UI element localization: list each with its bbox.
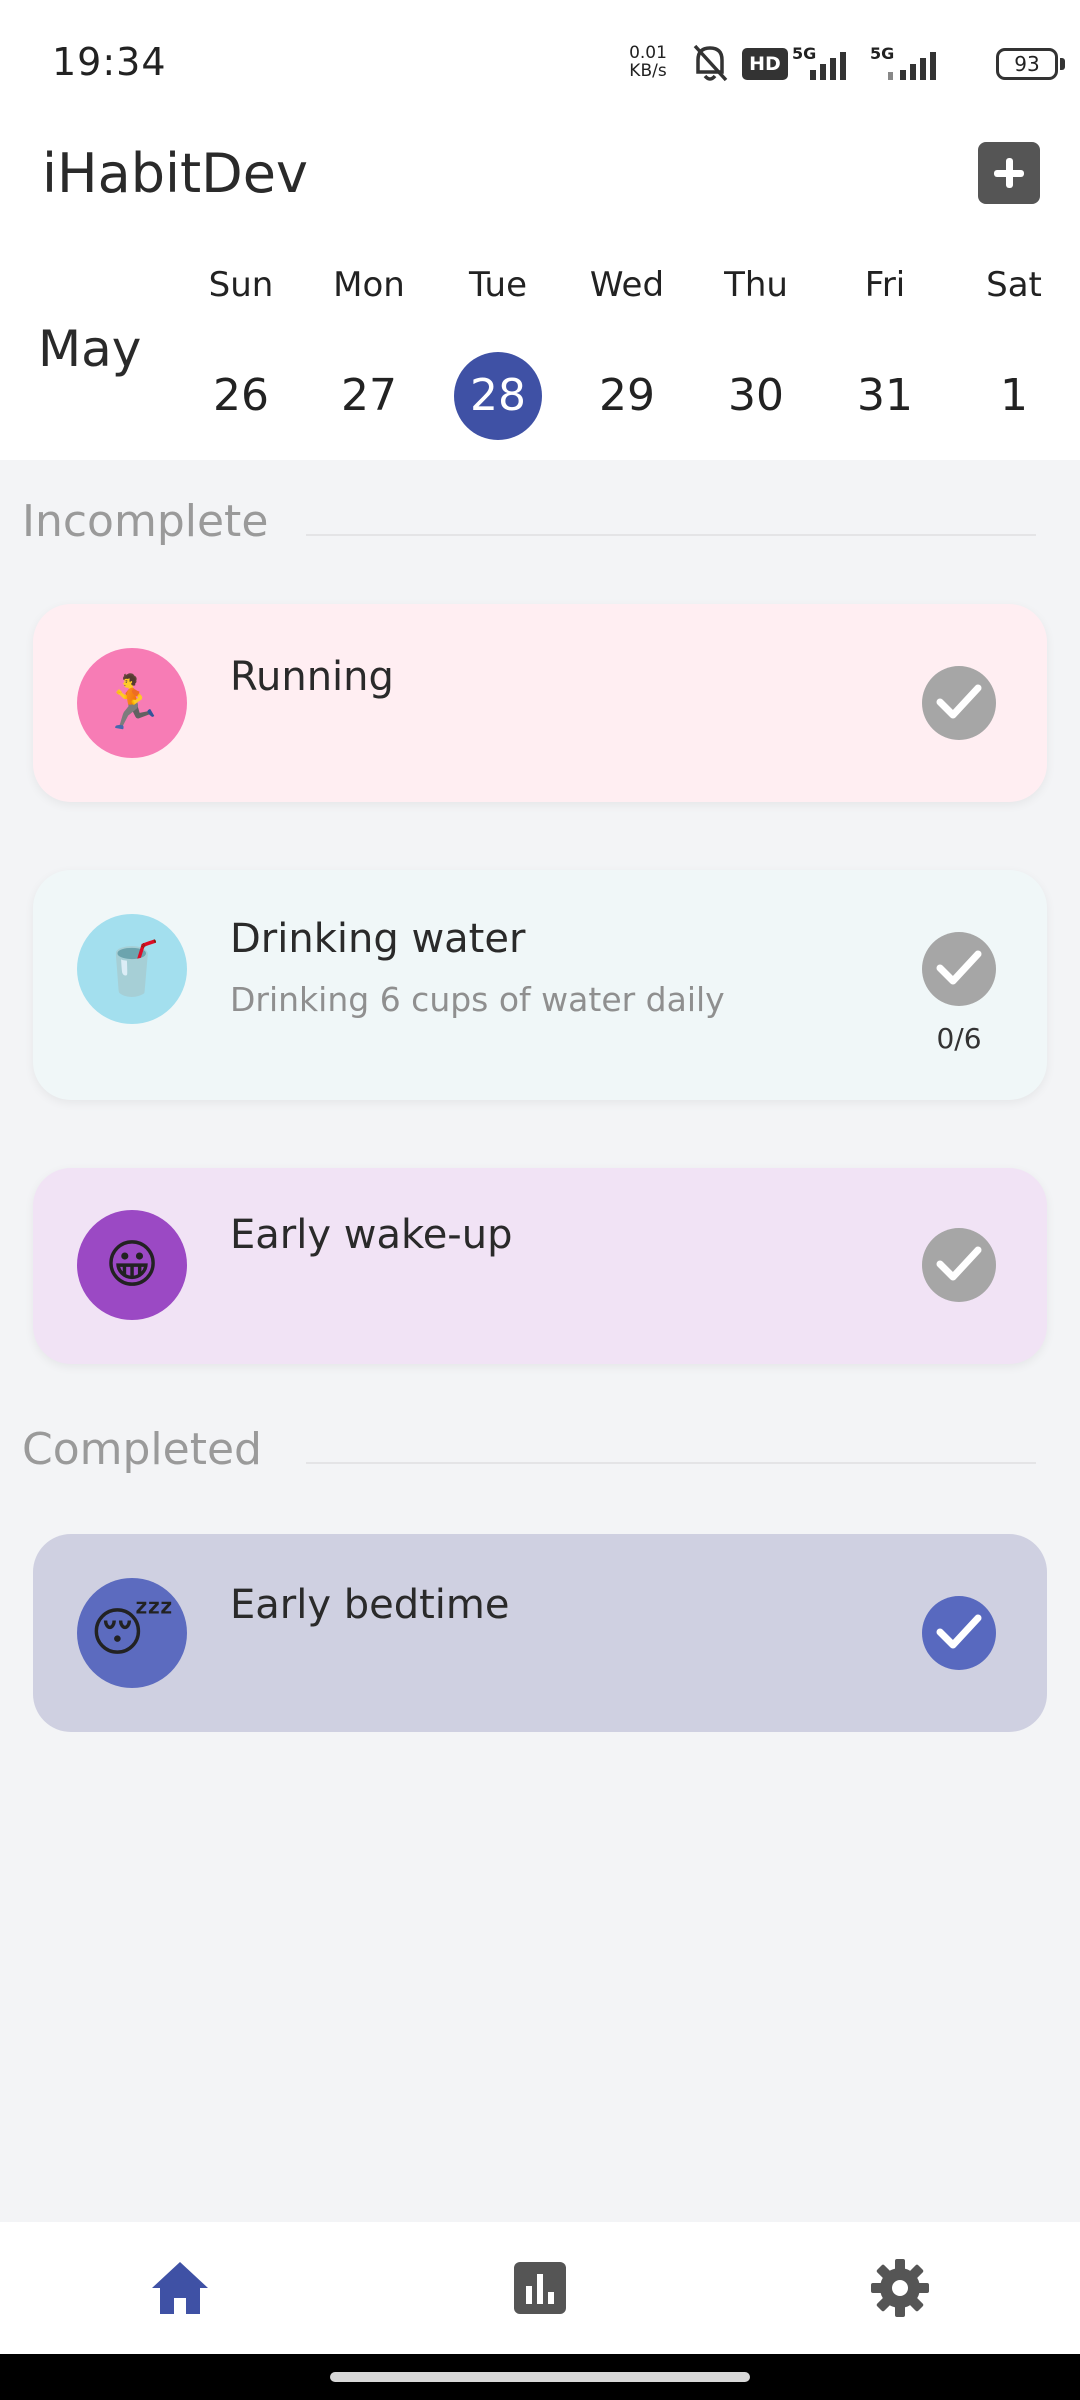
- nav-stats[interactable]: [508, 2256, 572, 2320]
- day-name: Sat: [986, 265, 1042, 305]
- day-name: Mon: [333, 265, 405, 305]
- network-speed-value: 0.01: [629, 43, 667, 63]
- gear-icon: [871, 2259, 929, 2317]
- day-column-sun[interactable]: Sun 26: [181, 260, 301, 440]
- header: iHabitDev May Sun 26 Mon 27 Tue 28 Wed 2…: [0, 120, 1080, 460]
- check-icon: [936, 950, 982, 985]
- day-column-fri[interactable]: Fri 31: [825, 260, 945, 440]
- nav-home[interactable]: [148, 2256, 212, 2320]
- day-column-sat[interactable]: Sat 1: [954, 260, 1074, 440]
- day-name: Tue: [468, 265, 528, 305]
- check-button-done[interactable]: [922, 1596, 996, 1670]
- habit-name: Running: [230, 654, 394, 700]
- check-icon: [936, 1246, 982, 1281]
- day-date: 29: [599, 370, 655, 421]
- sleeping-face-icon: 😴: [90, 1603, 174, 1663]
- bottom-navigation: [0, 2222, 1080, 2354]
- habit-avatar: 🏃: [77, 648, 187, 758]
- day-name: Sun: [208, 265, 274, 305]
- status-time: 19:34: [52, 40, 167, 84]
- day-column-wed[interactable]: Wed 29: [567, 260, 687, 440]
- habit-name: Early bedtime: [230, 1582, 510, 1628]
- network-speed-unit: KB/s: [629, 61, 667, 81]
- signal-icon: [888, 52, 936, 80]
- section-title: Incomplete: [22, 496, 269, 547]
- day-date: 27: [341, 370, 397, 421]
- habit-card-drinking-water[interactable]: 🥤 Drinking water Drinking 6 cups of wate…: [33, 870, 1047, 1100]
- status-icons: 0.01 KB/s HD 5G 5G 93: [620, 0, 1080, 120]
- app-title: iHabitDev: [42, 142, 308, 205]
- day-name: Fri: [864, 265, 906, 305]
- check-icon: [936, 684, 982, 719]
- habit-progress-count: 0/6: [936, 1022, 982, 1055]
- habit-card-early-wake-up[interactable]: 😀 Early wake-up: [33, 1168, 1047, 1364]
- battery-tip: [1060, 58, 1065, 70]
- section-header-completed: Completed: [22, 1424, 1036, 1484]
- day-date-selected: 28: [454, 352, 542, 440]
- habit-card-early-bedtime[interactable]: 😴 Early bedtime: [33, 1534, 1047, 1732]
- muted-bell-icon: [693, 44, 728, 82]
- habit-name: Early wake-up: [230, 1212, 513, 1258]
- running-emoji-icon: 🏃: [99, 673, 165, 733]
- check-icon: [936, 1614, 982, 1649]
- section-divider: [306, 1462, 1036, 1464]
- section-title: Completed: [22, 1424, 262, 1475]
- day-date: 31: [857, 370, 913, 421]
- add-habit-button[interactable]: [978, 142, 1040, 204]
- home-icon: [152, 2262, 208, 2314]
- day-date: 30: [728, 370, 784, 421]
- hd-badge: HD: [742, 48, 788, 80]
- day-date: 1: [1000, 370, 1028, 421]
- habit-avatar: 🥤: [77, 914, 187, 1024]
- stats-icon: [514, 2262, 566, 2314]
- day-name: Thu: [724, 265, 788, 305]
- check-button[interactable]: [922, 1228, 996, 1302]
- gesture-handle[interactable]: [330, 2372, 750, 2382]
- check-button[interactable]: [922, 932, 996, 1006]
- habit-card-running[interactable]: 🏃 Running: [33, 604, 1047, 802]
- habit-avatar: 😴: [77, 1578, 187, 1688]
- section-header-incomplete: Incomplete: [22, 496, 1036, 556]
- battery-indicator: 93: [996, 48, 1058, 80]
- day-name: Wed: [589, 265, 665, 305]
- nav-settings[interactable]: [868, 2256, 932, 2320]
- signal-icon: [810, 52, 846, 80]
- habit-name: Drinking water: [230, 916, 526, 962]
- day-column-mon[interactable]: Mon 27: [309, 260, 429, 440]
- network-speed: 0.01 KB/s: [620, 44, 676, 80]
- month-label: May: [38, 320, 142, 378]
- gesture-area: [0, 2354, 1080, 2400]
- section-divider: [306, 534, 1036, 536]
- check-button[interactable]: [922, 666, 996, 740]
- day-column-thu[interactable]: Thu 30: [696, 260, 816, 440]
- habit-avatar: 😀: [77, 1210, 187, 1320]
- day-date: 26: [213, 370, 269, 421]
- grinning-face-icon: 😀: [104, 1235, 160, 1295]
- status-bar: 19:34 0.01 KB/s HD 5G 5G 93: [0, 0, 1080, 120]
- cup-emoji-icon: 🥤: [99, 939, 165, 999]
- day-column-tue[interactable]: Tue 28: [438, 260, 558, 440]
- habit-description: Drinking 6 cups of water daily: [230, 980, 725, 1019]
